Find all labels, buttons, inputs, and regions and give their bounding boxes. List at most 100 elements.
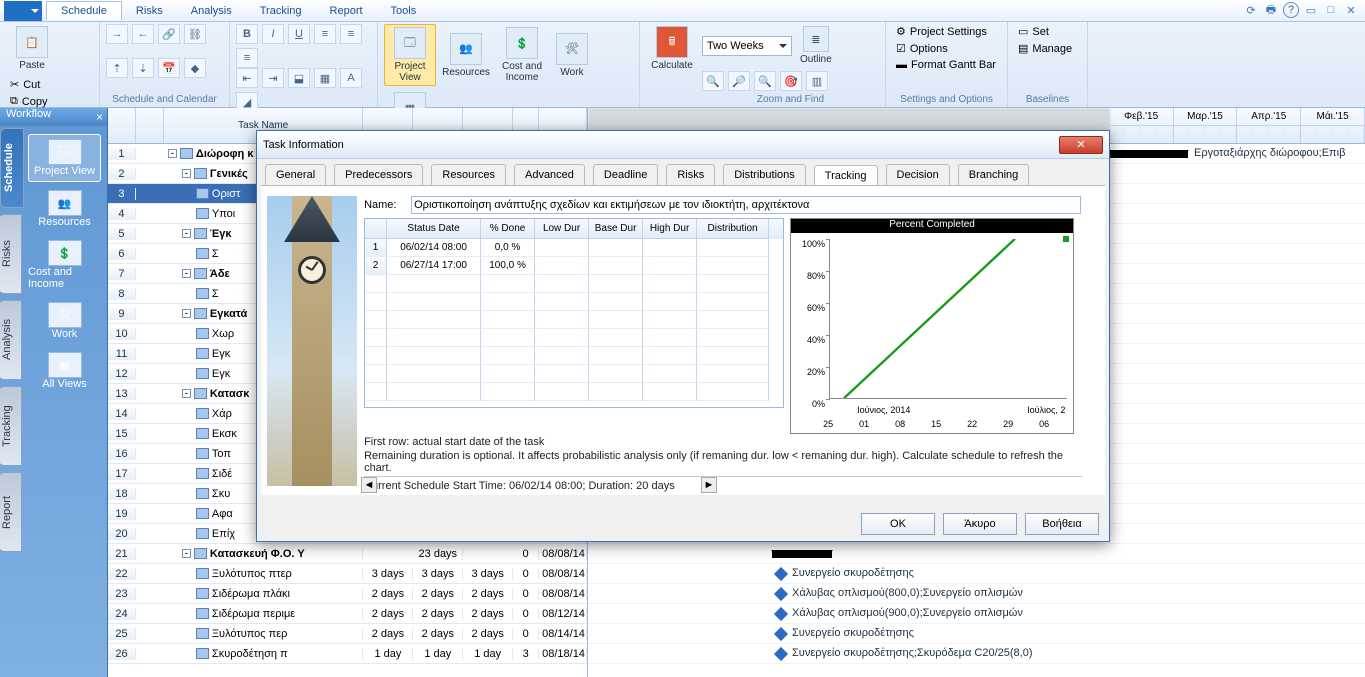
filter-icon[interactable]: ▥ [806,71,828,91]
outline-toggle[interactable]: - [182,229,191,238]
work-view-button[interactable]: 🛠Work [552,31,592,80]
dlg-tab-advanced[interactable]: Advanced [514,164,585,185]
maximize-icon[interactable]: □ [1323,2,1339,18]
format-gantt-button[interactable]: ▬Format Gantt Bar [892,58,1001,72]
dialog-close-button[interactable]: ✕ [1059,136,1103,154]
task-row[interactable]: 26Σκυροδέτηση π1 day1 day1 day308/18/14 [108,644,587,664]
calendar-icon[interactable]: 📅 [158,58,180,78]
milestone-icon[interactable]: ◆ [184,58,206,78]
outdent-icon[interactable]: ⇤ [236,68,258,88]
align-left-icon[interactable]: ≡ [314,24,336,44]
tab-schedule[interactable]: Schedule [46,1,122,20]
help-icon[interactable]: ? [1283,2,1299,18]
bold-icon[interactable]: B [236,24,258,44]
task-row[interactable]: 21-Κατασκευή Φ.Ο. Υ23 days008/08/14 [108,544,587,564]
task-info-dialog: Task Information ✕ GeneralPredecessorsRe… [256,130,1110,542]
align-right-icon[interactable]: ≡ [236,48,258,68]
tab-tools[interactable]: Tools [377,2,431,20]
task-icon [196,608,209,619]
dlg-tab-distributions[interactable]: Distributions [723,164,806,185]
project-settings-button[interactable]: ⚙Project Settings [892,24,1001,39]
tracking-grid[interactable]: Status Date% DoneLow DurBase DurHigh Dur… [364,218,784,408]
fontcolor-icon[interactable]: A [340,68,362,88]
set-baseline-button[interactable]: ▭Set [1014,24,1081,39]
task-icon [196,588,209,599]
dlg-tab-general[interactable]: General [265,164,326,185]
fill-down-icon[interactable]: ⬓ [288,68,310,88]
wf-work[interactable]: 🛠Work [28,298,101,344]
tab-analysis[interactable]: Analysis [177,2,246,20]
wf-cost[interactable]: 💲Cost and Income [28,236,101,294]
border-icon[interactable]: ▦ [314,68,336,88]
zoom-in-icon[interactable]: 🔍 [702,71,724,91]
task-row[interactable]: 25Ξυλότυπος περ2 days2 days2 days008/14/… [108,624,587,644]
move-up-icon[interactable]: ⇡ [106,58,128,78]
paste-button[interactable]: 📋Paste [6,24,58,73]
italic-icon[interactable]: I [262,24,284,44]
align-center-icon[interactable]: ≡ [340,24,362,44]
outline-toggle[interactable]: - [182,169,191,178]
indent-icon[interactable]: ⇥ [262,68,284,88]
outline-toggle[interactable]: - [168,149,177,158]
tab-risks[interactable]: Risks [122,2,177,20]
indent-right-icon[interactable]: → [106,24,128,44]
goto-icon[interactable]: 🎯 [780,71,802,91]
unlink-icon[interactable]: ⛓ [184,24,206,44]
task-row[interactable]: 24Σιδέρωμα περιμε2 days2 days2 days008/1… [108,604,587,624]
vtab-schedule[interactable]: Schedule [0,128,24,208]
vtab-tracking[interactable]: Tracking [0,386,22,466]
task-icon [194,388,207,399]
outline-toggle[interactable]: - [182,269,191,278]
workflow-close-icon[interactable]: × [96,110,103,124]
refresh-icon[interactable]: ⟳ [1243,2,1259,18]
options-icon: ☑ [896,42,906,55]
printer-icon[interactable]: 🖶 [1263,2,1279,18]
dlg-tab-decision[interactable]: Decision [886,164,950,185]
zoom-combo[interactable]: Two Weeks [702,36,792,56]
dlg-tab-deadline[interactable]: Deadline [593,164,658,185]
dlg-tab-predecessors[interactable]: Predecessors [334,164,423,185]
copy-button[interactable]: ⧉Copy [6,94,54,109]
vtab-report[interactable]: Report [0,472,22,552]
name-label: Name: [364,199,408,211]
help-button[interactable]: Βοήθεια [1025,513,1099,535]
wf-all[interactable]: ▦All Views [28,348,101,394]
dlg-tab-risks[interactable]: Risks [666,164,715,185]
resources-view-button[interactable]: 👥Resources [440,31,492,80]
outline-button[interactable]: ≣Outline [796,24,836,67]
cost-view-button[interactable]: 💲Cost and Income [496,25,548,85]
gear-icon: ⚙ [896,25,906,38]
outline-toggle[interactable]: - [182,309,191,318]
project-view-button[interactable]: 🗔Project View [384,24,436,86]
options-button[interactable]: ☑Options [892,41,1001,56]
dlg-tab-tracking[interactable]: Tracking [814,165,878,186]
task-row[interactable]: 23Σιδέρωμα πλάκι2 days2 days2 days008/08… [108,584,587,604]
name-input[interactable] [411,196,1081,214]
vtab-analysis[interactable]: Analysis [0,300,22,380]
cut-button[interactable]: ✂Cut [6,77,54,92]
underline-icon[interactable]: U [288,24,310,44]
dlg-tab-resources[interactable]: Resources [431,164,506,185]
zoom-out-icon[interactable]: 🔎 [728,71,750,91]
calculate-button[interactable]: 🖩Calculate [646,24,698,73]
ok-button[interactable]: OK [861,513,935,535]
tab-report[interactable]: Report [316,2,377,20]
indent-left-icon[interactable]: ← [132,24,154,44]
outline-toggle[interactable]: - [182,389,191,398]
wf-project-view[interactable]: 🗔Project View [28,134,101,182]
move-down-icon[interactable]: ⇣ [132,58,154,78]
vtab-risks[interactable]: Risks [0,214,22,294]
find-icon[interactable]: 🔍 [754,71,776,91]
task-row[interactable]: 22Ξυλότυπος πτερ3 days3 days3 days008/08… [108,564,587,584]
close-icon[interactable]: ✕ [1343,2,1359,18]
wf-resources[interactable]: 👥Resources [28,186,101,232]
manage-baseline-button[interactable]: ▤Manage [1014,41,1081,56]
link-icon[interactable]: 🔗 [158,24,180,44]
minimize-icon[interactable]: ▭ [1303,2,1319,18]
cancel-button[interactable]: Άκυρο [943,513,1017,535]
dlg-tab-branching[interactable]: Branching [958,164,1030,185]
task-icon [196,568,209,579]
tab-tracking[interactable]: Tracking [246,2,316,20]
app-menu-button[interactable] [4,1,42,21]
outline-toggle[interactable]: - [182,549,191,558]
